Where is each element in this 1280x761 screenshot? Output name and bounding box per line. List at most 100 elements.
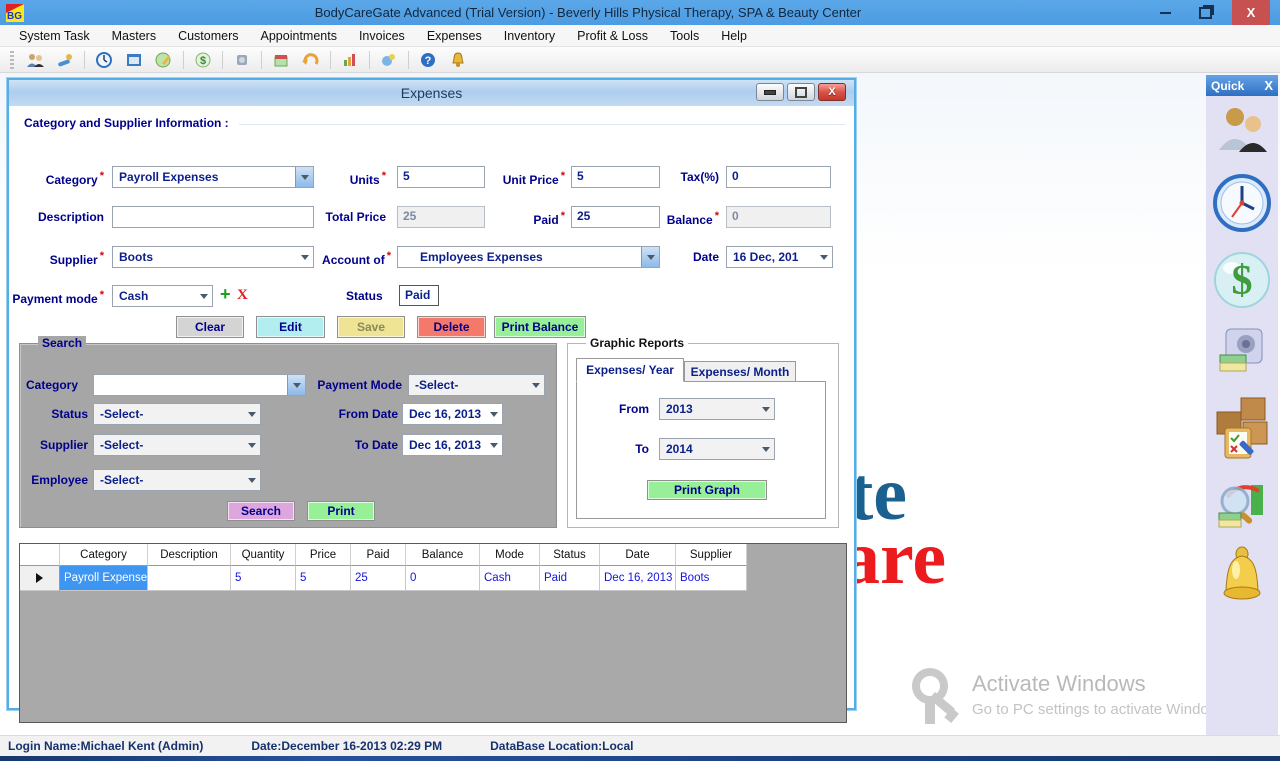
customers-icon[interactable] bbox=[1215, 104, 1269, 161]
print-balance-button[interactable]: Print Balance bbox=[494, 316, 586, 338]
toolbar: $ ? bbox=[0, 47, 1280, 73]
grid-cell-balance[interactable]: 0 bbox=[406, 566, 480, 591]
payment-mode-combobox[interactable]: Cash bbox=[112, 285, 213, 307]
grid-cell-supplier[interactable]: Boots bbox=[676, 566, 747, 591]
search-status-combobox[interactable]: -Select- bbox=[93, 403, 261, 425]
grid-column-header-description[interactable]: Description bbox=[148, 544, 231, 566]
search-category-combobox[interactable] bbox=[93, 374, 306, 396]
menu-item-appointments[interactable]: Appointments bbox=[250, 26, 348, 46]
search-to-date-picker[interactable]: Dec 16, 2013 bbox=[402, 434, 503, 456]
grid-cell-category[interactable]: Payroll Expenses bbox=[60, 566, 148, 591]
report-search-icon[interactable] bbox=[1213, 477, 1271, 534]
tax-label: Tax(%) bbox=[659, 170, 719, 184]
chevron-down-icon bbox=[758, 439, 774, 459]
expenses-close-button[interactable] bbox=[818, 83, 846, 101]
menu-item-customers[interactable]: Customers bbox=[167, 26, 249, 46]
money-icon[interactable]: $ bbox=[191, 49, 215, 71]
menu-item-profit-loss[interactable]: Profit & Loss bbox=[566, 26, 659, 46]
print-graph-button[interactable]: Print Graph bbox=[647, 480, 767, 500]
grid-cell-date[interactable]: Dec 16, 2013 bbox=[600, 566, 676, 591]
delete-button[interactable]: Delete bbox=[417, 316, 486, 338]
unit-price-input[interactable]: 5 bbox=[571, 166, 660, 188]
search-payment-mode-combobox[interactable]: -Select- bbox=[408, 374, 545, 396]
grid-cell-paid[interactable]: 25 bbox=[351, 566, 406, 591]
expenses-grid[interactable]: CategoryDescriptionQuantityPricePaidBala… bbox=[19, 543, 847, 723]
invoice-edit-icon[interactable] bbox=[152, 49, 176, 71]
package-icon[interactable] bbox=[269, 49, 293, 71]
grid-column-header-date[interactable]: Date bbox=[600, 544, 676, 566]
menu-item-inventory[interactable]: Inventory bbox=[493, 26, 566, 46]
cash-safe-icon[interactable] bbox=[1216, 327, 1268, 382]
units-input[interactable]: 5 bbox=[397, 166, 485, 188]
undo-icon[interactable] bbox=[299, 49, 323, 71]
chevron-down-icon bbox=[196, 286, 212, 306]
clear-button[interactable]: Clear bbox=[176, 316, 244, 338]
chart-icon[interactable] bbox=[338, 49, 362, 71]
description-input[interactable] bbox=[112, 206, 314, 228]
expenses-minimize-button[interactable] bbox=[756, 83, 784, 101]
grid-cell-mode[interactable]: Cash bbox=[480, 566, 540, 591]
date-picker[interactable]: 16 Dec, 201 bbox=[726, 246, 833, 268]
grid-cell-status[interactable]: Paid bbox=[540, 566, 600, 591]
expenses-window-title: Expenses bbox=[9, 85, 854, 101]
menu-item-help[interactable]: Help bbox=[710, 26, 758, 46]
customers-icon[interactable] bbox=[23, 49, 47, 71]
menu-item-masters[interactable]: Masters bbox=[101, 26, 167, 46]
graph-to-combobox[interactable]: 2014 bbox=[659, 438, 775, 460]
table-row[interactable]: Payroll Expenses55250CashPaidDec 16, 201… bbox=[20, 566, 846, 591]
expenses-window: Expenses Category and Supplier Informati… bbox=[7, 78, 856, 710]
row-selector-cell[interactable] bbox=[20, 566, 60, 591]
save-button[interactable]: Save bbox=[337, 316, 405, 338]
search-from-date-picker[interactable]: Dec 16, 2013 bbox=[402, 403, 503, 425]
grid-column-header-balance[interactable]: Balance bbox=[406, 544, 480, 566]
grid-cell-quantity[interactable]: 5 bbox=[231, 566, 296, 591]
menu-item-system-task[interactable]: System Task bbox=[8, 26, 101, 46]
add-payment-mode-icon[interactable]: + bbox=[220, 284, 231, 305]
description-label: Description bbox=[19, 210, 104, 224]
grid-cell-description[interactable] bbox=[148, 566, 231, 591]
reminder-bell-icon[interactable] bbox=[446, 49, 470, 71]
paid-input[interactable]: 25 bbox=[571, 206, 660, 228]
cleanup-icon[interactable] bbox=[377, 49, 401, 71]
close-button[interactable]: X bbox=[1232, 0, 1270, 25]
category-combobox[interactable]: Payroll Expenses bbox=[112, 166, 314, 188]
reminder-bell-icon[interactable] bbox=[1217, 546, 1267, 613]
menu-item-tools[interactable]: Tools bbox=[659, 26, 710, 46]
search-print-button[interactable]: Print bbox=[307, 501, 375, 521]
search-button[interactable]: Search bbox=[227, 501, 295, 521]
graph-from-combobox[interactable]: 2013 bbox=[659, 398, 775, 420]
dollar-icon[interactable]: $ bbox=[1212, 250, 1272, 315]
grid-column-header-price[interactable]: Price bbox=[296, 544, 351, 566]
supplier-combobox[interactable]: Boots bbox=[112, 246, 314, 268]
tax-input[interactable]: 0 bbox=[726, 166, 831, 188]
safe-icon[interactable] bbox=[230, 49, 254, 71]
calendar-icon[interactable] bbox=[122, 49, 146, 71]
tab-expenses-month[interactable]: Expenses/ Month bbox=[684, 361, 796, 382]
clock-icon[interactable] bbox=[92, 49, 116, 71]
grid-cell-price[interactable]: 5 bbox=[296, 566, 351, 591]
delete-payment-mode-icon[interactable]: X bbox=[237, 287, 248, 304]
grid-column-header-mode[interactable]: Mode bbox=[480, 544, 540, 566]
search-employee-combobox[interactable]: -Select- bbox=[93, 469, 261, 491]
clock-icon[interactable] bbox=[1212, 173, 1272, 238]
menu-item-expenses[interactable]: Expenses bbox=[416, 26, 493, 46]
inventory-icon[interactable] bbox=[1213, 394, 1271, 465]
grid-column-header-quantity[interactable]: Quantity bbox=[231, 544, 296, 566]
edit-button[interactable]: Edit bbox=[256, 316, 325, 338]
expenses-title-bar: Expenses bbox=[9, 80, 854, 106]
grid-column-header-status[interactable]: Status bbox=[540, 544, 600, 566]
tab-expenses-year[interactable]: Expenses/ Year bbox=[576, 358, 684, 382]
grid-column-header-paid[interactable]: Paid bbox=[351, 544, 406, 566]
minimize-button[interactable] bbox=[1152, 3, 1178, 23]
restore-button[interactable] bbox=[1192, 3, 1218, 23]
expenses-maximize-button[interactable] bbox=[787, 83, 815, 101]
grid-column-header-category[interactable]: Category bbox=[60, 544, 148, 566]
quick-panel-close-icon[interactable]: X bbox=[1264, 78, 1273, 93]
tools-icon[interactable] bbox=[53, 49, 77, 71]
search-from-date-label: From Date bbox=[320, 407, 398, 421]
menu-item-invoices[interactable]: Invoices bbox=[348, 26, 416, 46]
search-supplier-combobox[interactable]: -Select- bbox=[93, 434, 261, 456]
help-icon[interactable]: ? bbox=[416, 49, 440, 71]
account-of-combobox[interactable]: Employees Expenses bbox=[397, 246, 660, 268]
grid-column-header-supplier[interactable]: Supplier bbox=[676, 544, 747, 566]
